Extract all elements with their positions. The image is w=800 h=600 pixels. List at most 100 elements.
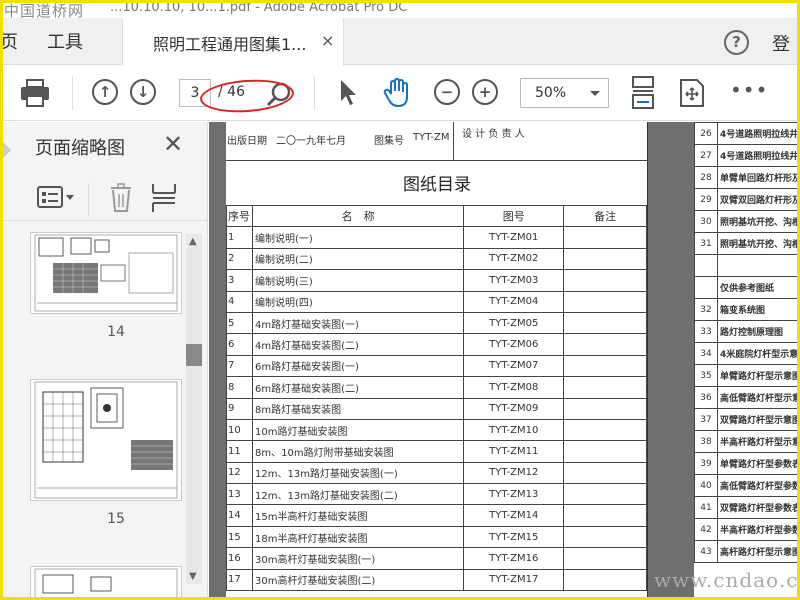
delete-page-icon[interactable] [109,183,133,217]
table-row: 2 编制说明(二) TYT-ZM02 [226,247,647,271]
drawing-name: 单臂路灯杆型参数表 [716,452,800,475]
drawing-name: 6m路灯基础安装图(一) [251,354,465,378]
drawing-note [563,354,647,378]
drawing-note [563,418,647,442]
drawing-code: TYT-ZM16 [463,547,565,570]
full-screen-icon[interactable] [679,78,705,112]
drawing-name: 12m、13m路灯基础安装图(二) [251,483,465,506]
drawing-name: 30m高杆灯基础安装图(二) [251,568,465,592]
drawing-name: 双臂双回路灯杆形及 [716,188,800,211]
drawing-name: 编制说明(二) [251,247,465,271]
drawing-code: TYT-ZM06 [463,333,565,356]
table-row: 42 半高杆路灯杆型参数 [694,518,800,541]
row-number: 43 [694,540,718,563]
drawing-name: 高低臂路灯杆型示意 [716,386,800,409]
thumbnail-scrollbar[interactable]: ▲ ▼ [186,234,202,584]
row-number: 33 [694,320,718,343]
table-row: 31 照明基坑开挖、沟槽 [694,232,800,255]
table-row: 9 8m路灯基础安装图 TYT-ZM09 [226,397,647,420]
column-header: 图号 [463,204,565,228]
scroll-up-icon[interactable]: ▲ [189,236,197,247]
drawing-name: 路灯控制原理图 [716,320,800,343]
column-header: 名 称 [251,204,465,228]
page-thumbnail-16[interactable] [30,566,182,600]
table-row: 36 高低臂路灯杆型示意 [694,386,800,409]
row-number: 17 [226,568,253,592]
drawing-name: 18m半高杆灯基础安装图 [251,525,465,549]
drawing-code: TYT-ZM02 [463,247,565,271]
sign-in-button[interactable]: 登 [772,30,790,56]
drawing-name: 双臂路灯杆型示意图 [716,408,800,431]
window-title: ...10.10.10, 10...1.pdf - Adobe Acrobat … [110,0,408,15]
row-number: 27 [694,144,718,167]
page-thumbnail-15[interactable] [30,379,182,501]
tab-tools[interactable]: 工具 [47,28,83,54]
toolbar-separator [72,76,73,110]
row-number: 40 [694,474,718,497]
table-row: 仅供参考图纸 [694,276,800,299]
drawing-name: 照明基坑开挖、沟槽 [716,232,800,255]
row-number: 31 [694,232,718,255]
tab-bar: 页 工具 照明工程通用图集1... × ? 登 [0,18,800,66]
thumbnail-options-icon[interactable] [37,185,75,213]
tab-close-icon[interactable]: × [321,31,334,50]
table-row: 37 双臂路灯杆型示意图 [694,408,800,431]
page-layout-icon[interactable] [151,183,177,217]
help-icon[interactable]: ? [724,30,749,55]
column-header: 序号 [226,204,253,228]
row-number: 38 [694,430,718,453]
print-icon[interactable] [20,79,50,111]
row-number: 6 [226,333,253,356]
row-number: 9 [226,397,253,420]
row-number: 5 [226,311,253,335]
drawing-name: 箱变系统图 [716,298,800,321]
table-row: 14 15m半高杆灯基础安装图 TYT-ZM14 [226,504,647,527]
tab-document[interactable]: 照明工程通用图集1... × [122,18,344,66]
window-titlebar: 中国道桥网 ...10.10.10, 10...1.pdf - Adobe Ac… [0,0,800,18]
drawing-name: 仅供参考图纸 [716,276,800,299]
drawing-code: TYT-ZM09 [463,397,565,420]
zoom-level-select[interactable]: 50% [520,78,609,108]
toolbar-separator [314,76,315,110]
drawing-name: 8m路灯基础安装图 [251,397,465,420]
drawing-code: TYT-ZM07 [463,354,565,378]
document-view[interactable]: 出版日期 二〇一九年七月 图集号 TYT-ZM 设 计 负 责 人 图纸目录 序… [209,122,800,600]
scrollbar-thumb[interactable] [186,344,202,366]
drawing-note [563,290,647,313]
drawing-name: 双臂路灯杆型参数表 [716,496,800,519]
next-page-icon[interactable]: ↓ [130,79,156,105]
row-number: 30 [694,210,718,233]
drawing-note [563,333,647,356]
table-row: 5 4m路灯基础安装图(一) TYT-ZM05 [226,311,647,335]
previous-page-icon[interactable]: ↑ [92,79,118,105]
zoom-in-icon[interactable]: + [472,79,498,105]
site-watermark-top: 中国道桥网 [4,2,85,18]
table-row: 40 高低臂路灯杆型参数 [694,474,800,497]
row-number: 10 [226,418,253,442]
row-number: 2 [226,247,253,271]
more-tools-icon[interactable]: ••• [730,78,768,102]
column-header: 备注 [563,204,647,228]
table-row: 12 12m、13m路灯基础安装图(一) TYT-ZM12 [226,461,647,485]
zoom-out-icon[interactable]: − [434,79,460,105]
drawing-name: 15m半高杆灯基础安装图 [251,504,465,527]
drawing-name: 照明基坑开挖、沟槽 [716,210,800,233]
drawing-code: TYT-ZM04 [463,290,565,313]
page-thumbnail-14[interactable] [30,232,182,314]
row-number: 37 [694,408,718,431]
scroll-down-icon[interactable]: ▼ [189,571,197,582]
row-number: 42 [694,518,718,541]
drawing-code: TYT-ZM11 [463,440,565,463]
fit-page-icon[interactable] [631,76,655,114]
select-cursor-icon[interactable] [339,79,359,111]
tab-home[interactable]: 页 [0,28,18,54]
hand-tool-icon[interactable] [382,77,414,113]
atlas-number: TYT-ZM [413,132,450,143]
panel-close-icon[interactable]: ✕ [163,130,183,158]
row-number: 36 [694,386,718,409]
drawing-name: 编制说明(三) [251,269,465,292]
drawing-code: TYT-ZM15 [463,525,565,549]
drawing-name: 4m路灯基础安装图(一) [251,311,465,335]
table-row: 35 单臂路灯杆型示意图 [694,364,800,387]
drawing-code: TYT-ZM01 [463,226,565,249]
